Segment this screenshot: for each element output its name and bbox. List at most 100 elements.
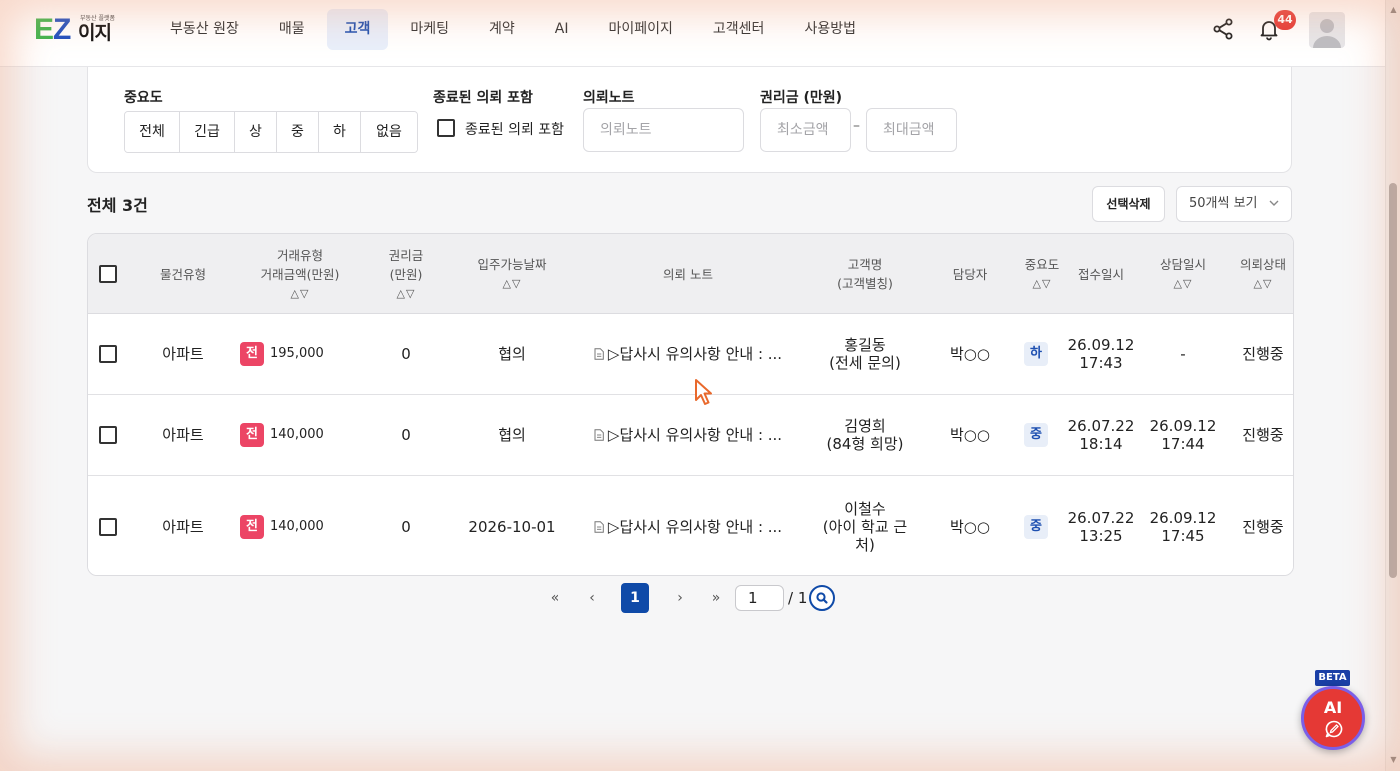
premium-filter-label: 권리금 (만원)	[760, 90, 843, 106]
per-page-select[interactable]: 50개씩 보기	[1176, 186, 1292, 222]
page-1-button[interactable]: 1	[621, 583, 649, 613]
table-row[interactable]: 아파트 전 140,000 0 협의 ▷답사시 유의사항 안내 : ... 김영…	[88, 395, 1293, 476]
nav-item-1[interactable]: 매물	[261, 9, 323, 50]
closed-request-checkbox-label[interactable]: 종료된 의뢰 포함	[465, 119, 564, 139]
cell-received: 26.09.12 17:43	[1067, 336, 1135, 372]
cell-move-in: 협의	[498, 426, 526, 444]
next-page-button[interactable]: ›	[671, 583, 689, 613]
cell-manager: 박○○	[950, 517, 990, 536]
row-checkbox[interactable]	[99, 345, 117, 363]
col-manager: 담당자	[952, 266, 988, 282]
cell-received: 26.07.22 18:14	[1067, 417, 1135, 453]
cell-property-type: 아파트	[162, 517, 204, 536]
page-number-input[interactable]: 1	[735, 585, 784, 611]
table-row[interactable]: 아파트 전 195,000 0 협의 ▷답사시 유의사항 안내 : ... 홍길…	[88, 314, 1293, 395]
last-page-button[interactable]: »	[707, 583, 725, 613]
cell-note[interactable]: ▷답사시 유의사항 안내 : ...	[588, 395, 788, 475]
sort-icon[interactable]: △▽	[1033, 274, 1052, 293]
col-customer: 고객명 (고객별칭)	[837, 257, 893, 291]
scroll-up-arrow[interactable]: ▲	[1389, 6, 1398, 14]
cell-consulted: 26.09.12 17:45	[1149, 508, 1217, 545]
pagination: « ‹ 1 › » 1 / 1	[0, 583, 1385, 613]
importance-option-5[interactable]: 없음	[361, 112, 417, 152]
document-icon	[594, 348, 604, 360]
nav-item-3[interactable]: 마케팅	[392, 9, 467, 50]
search-icon	[816, 592, 828, 604]
chevron-down-icon	[1269, 200, 1279, 206]
importance-filter-label: 중요도	[124, 90, 163, 106]
share-icon[interactable]	[1211, 17, 1235, 41]
sort-icon[interactable]: △▽	[503, 274, 522, 293]
ai-chat-button[interactable]: AI	[1301, 686, 1365, 750]
premium-min-input[interactable]	[760, 108, 851, 152]
col-premium[interactable]: 권리금 (만원) △▽	[366, 234, 446, 314]
sort-icon[interactable]: △▽	[1174, 274, 1193, 293]
nav-item-8[interactable]: 사용방법	[786, 9, 874, 50]
col-status[interactable]: 의뢰상태 △▽	[1228, 234, 1293, 314]
cell-move-in: 협의	[498, 345, 526, 363]
nav-item-4[interactable]: 계약	[471, 9, 533, 50]
importance-option-3[interactable]: 중	[277, 112, 319, 152]
col-move-in[interactable]: 입주가능날짜 △▽	[457, 234, 567, 314]
importance-option-0[interactable]: 전체	[125, 112, 180, 152]
beta-badge: BETA	[1315, 670, 1350, 686]
deal-amount: 140,000	[270, 427, 324, 442]
cell-customer[interactable]: 김영희 (84형 희망)	[811, 395, 919, 475]
select-all-checkbox[interactable]	[99, 265, 117, 283]
cell-note[interactable]: ▷답사시 유의사항 안내 : ...	[588, 314, 788, 394]
cell-status: 진행중	[1242, 517, 1284, 536]
premium-max-input[interactable]	[866, 108, 957, 152]
closed-request-checkbox[interactable]	[437, 119, 455, 137]
cell-manager: 박○○	[950, 426, 990, 444]
ez-logo[interactable]: EZ 부동산 플랫폼 이지	[34, 14, 118, 48]
col-consulted[interactable]: 상담일시 △▽	[1148, 234, 1218, 314]
nav-item-7[interactable]: 고객센터	[695, 9, 783, 50]
cell-deal: 전 140,000	[240, 395, 360, 475]
cell-importance: 중	[1016, 395, 1056, 475]
row-checkbox[interactable]	[99, 517, 117, 536]
notification-badge: 44	[1274, 10, 1296, 30]
note-text: ▷답사시 유의사항 안내 : ...	[607, 426, 783, 444]
deal-type-badge: 전	[240, 423, 264, 447]
col-importance[interactable]: 중요도 △▽	[1016, 234, 1068, 314]
cell-note[interactable]: ▷답사시 유의사항 안내 : ...	[588, 476, 788, 575]
chat-bubble-icon	[1325, 720, 1343, 738]
sort-icon[interactable]: △▽	[397, 284, 416, 303]
scroll-down-arrow[interactable]: ▼	[1389, 756, 1398, 764]
importance-filter-group: 전체 긴급 상 중 하 없음	[124, 111, 418, 153]
cell-customer[interactable]: 홍길동 (전세 문의)	[811, 314, 919, 394]
first-page-button[interactable]: «	[546, 583, 564, 613]
note-filter-label: 의뢰노트	[583, 90, 635, 106]
col-received: 접수일시	[1077, 266, 1124, 282]
importance-option-1[interactable]: 긴급	[180, 112, 235, 152]
prev-page-button[interactable]: ‹	[583, 583, 601, 613]
importance-tag: 하	[1024, 342, 1048, 366]
col-property-type: 물건유형	[159, 266, 206, 282]
sort-icon[interactable]: △▽	[291, 284, 310, 303]
cell-consulted: 26.09.12 17:44	[1149, 417, 1217, 453]
sort-icon[interactable]: △▽	[1254, 274, 1273, 293]
nav-item-2[interactable]: 고객	[326, 9, 389, 50]
note-search-input[interactable]	[583, 108, 744, 152]
scroll-thumb[interactable]	[1389, 183, 1397, 578]
importance-option-2[interactable]: 상	[235, 112, 277, 152]
closed-filter-label: 종료된 의뢰 포함	[433, 90, 533, 106]
importance-option-4[interactable]: 하	[319, 112, 361, 152]
avatar[interactable]	[1309, 12, 1345, 48]
nav-item-5[interactable]: AI	[537, 9, 587, 50]
delete-selected-button[interactable]: 선택삭제	[1092, 186, 1165, 222]
nav-item-6[interactable]: 마이페이지	[591, 9, 691, 50]
col-deal[interactable]: 거래유형 거래금액(만원) △▽	[240, 234, 360, 314]
filter-panel: 중요도 전체긴급상중하없음 종료된 의뢰 포함 종료된 의뢰 포함 의뢰노트 권…	[87, 67, 1292, 173]
cell-consulted: -	[1180, 345, 1186, 363]
importance-tag: 중	[1024, 423, 1048, 447]
go-page-button[interactable]	[809, 585, 835, 611]
cell-customer[interactable]: 이철수 (아이 학교 근 처)	[811, 476, 919, 575]
cell-status: 진행중	[1242, 426, 1284, 444]
note-text: ▷답사시 유의사항 안내 : ...	[607, 517, 783, 536]
row-checkbox[interactable]	[99, 426, 117, 444]
page-scrollbar[interactable]: ▲ ▼	[1385, 0, 1400, 771]
cell-importance: 중	[1016, 476, 1056, 575]
nav-item-0[interactable]: 부동산 원장	[152, 9, 257, 50]
table-row[interactable]: 아파트 전 140,000 0 2026-10-01 ▷답사시 유의사항 안내 …	[88, 476, 1293, 575]
